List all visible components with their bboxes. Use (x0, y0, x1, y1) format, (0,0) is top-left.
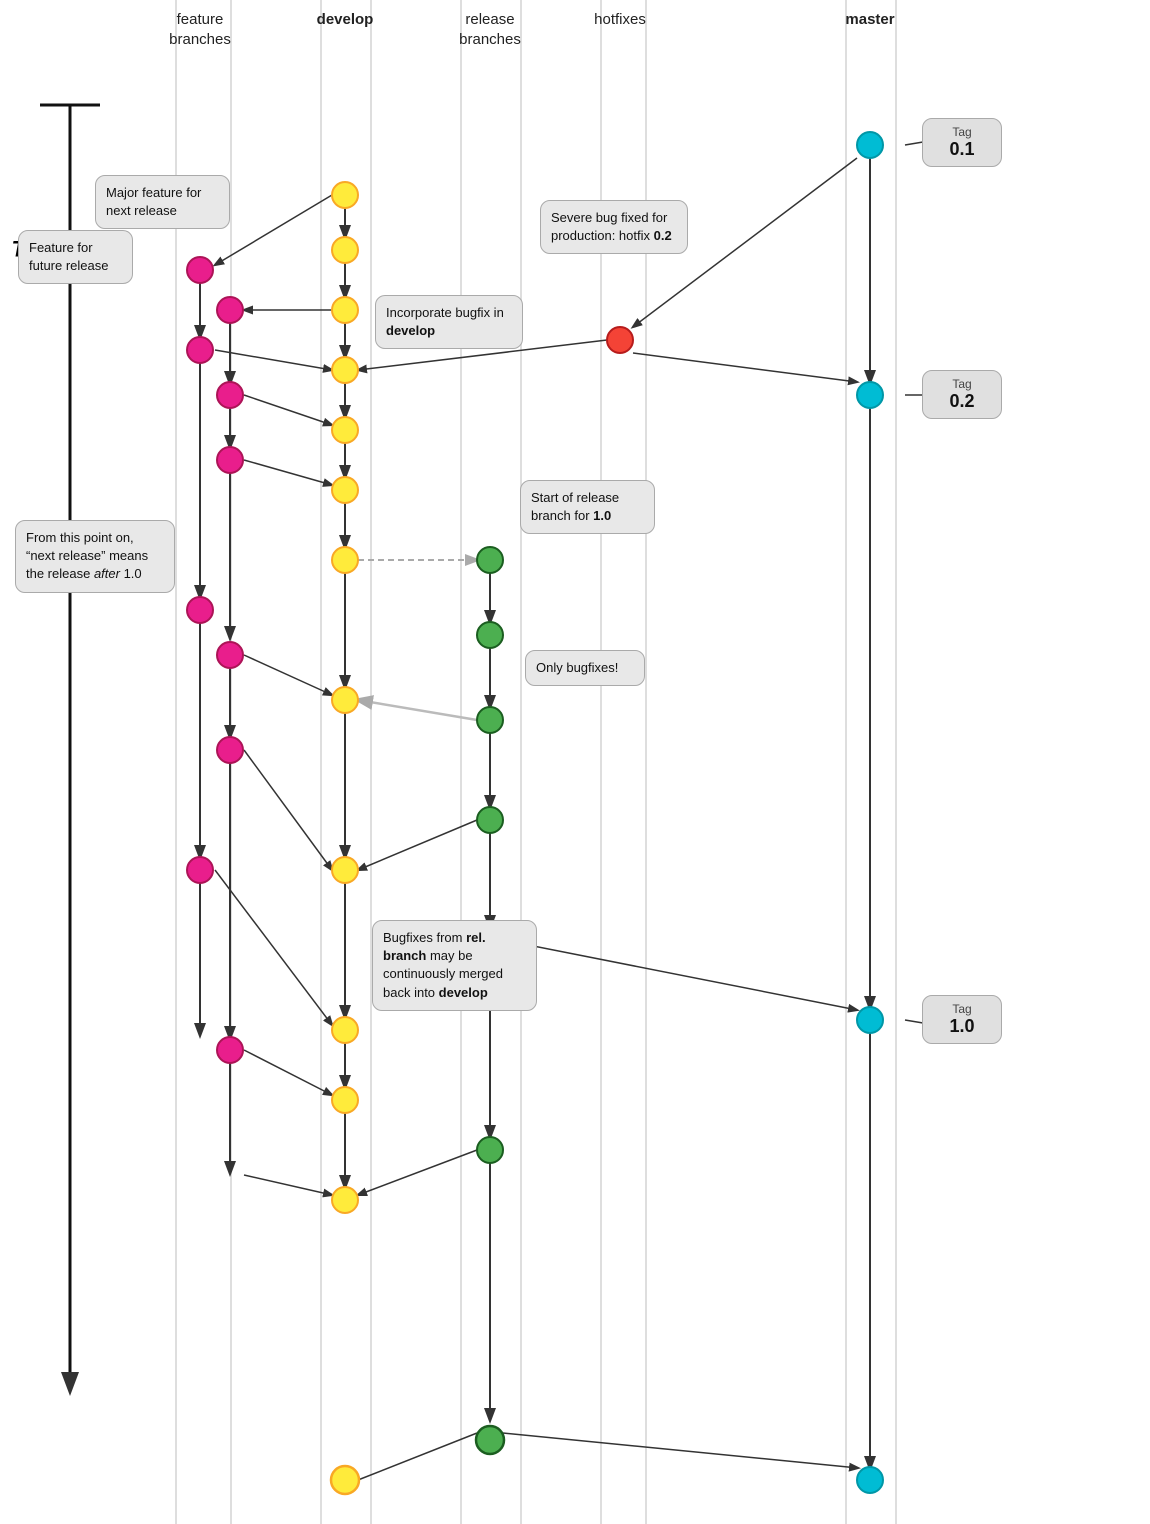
lane-line-develop-right (370, 0, 372, 1524)
node-fb4 (216, 381, 244, 409)
tag-label-10: Tag (937, 1002, 987, 1016)
callout-bugfixes: Bugfixes from rel. branch may be continu… (372, 920, 537, 1011)
col-label-master: master (830, 10, 910, 30)
node-m4 (856, 1466, 884, 1494)
node-d6 (331, 476, 359, 504)
lane-line-master-right (895, 0, 897, 1524)
callout-start: Start of release branch for 1.0 (520, 480, 655, 534)
tag-label-02: Tag (937, 377, 987, 391)
col-label-release: releasebranches (435, 10, 545, 49)
node-m1 (856, 131, 884, 159)
node-fb5 (216, 446, 244, 474)
node-d3 (331, 296, 359, 324)
col-label-hotfixes: hotfixes (575, 10, 665, 30)
callout-bugfix: Incorporate bugfix in develop (375, 295, 523, 349)
lane-line-master-left (845, 0, 847, 1524)
node-d11 (331, 1086, 359, 1114)
node-d4 (331, 356, 359, 384)
node-r1 (476, 546, 504, 574)
node-fb10 (216, 1036, 244, 1064)
node-r3 (476, 706, 504, 734)
node-d5 (331, 416, 359, 444)
col-label-develop: develop (295, 10, 395, 30)
node-d8 (331, 686, 359, 714)
tag-value-10: 1.0 (937, 1016, 987, 1037)
node-fb3 (186, 336, 214, 364)
lane-line-release-left (460, 0, 462, 1524)
col-label-feature: featurebranches (145, 10, 255, 49)
callout-major: Major feature for next release (95, 175, 230, 229)
node-d9 (331, 856, 359, 884)
lane-line-develop-left (320, 0, 322, 1524)
node-r2 (476, 621, 504, 649)
node-r4 (476, 806, 504, 834)
node-d7 (331, 546, 359, 574)
node-hf1 (606, 326, 634, 354)
node-d2 (331, 236, 359, 264)
node-fb2 (216, 296, 244, 324)
node-d12 (331, 1186, 359, 1214)
node-fb7 (216, 641, 244, 669)
tag-box-02: Tag 0.2 (922, 370, 1002, 419)
node-m2 (856, 381, 884, 409)
node-d1 (331, 181, 359, 209)
tag-value-02: 0.2 (937, 391, 987, 412)
node-m3 (856, 1006, 884, 1034)
callout-severe: Severe bug fixed for production: hotfix … (540, 200, 688, 254)
callout-next: From this point on, “next release” means… (15, 520, 175, 593)
callout-feature: Feature for future release (18, 230, 133, 284)
node-fb1 (186, 256, 214, 284)
tag-box-10: Tag 1.0 (922, 995, 1002, 1044)
node-fb6 (186, 596, 214, 624)
node-r6 (476, 1136, 504, 1164)
callout-only: Only bugfixes! (525, 650, 645, 686)
node-fb8 (216, 736, 244, 764)
tag-label-01: Tag (937, 125, 987, 139)
tag-value-01: 0.1 (937, 139, 987, 160)
node-fb9 (186, 856, 214, 884)
lane-line-release-right (520, 0, 522, 1524)
node-d10 (331, 1016, 359, 1044)
tag-box-01: Tag 0.1 (922, 118, 1002, 167)
